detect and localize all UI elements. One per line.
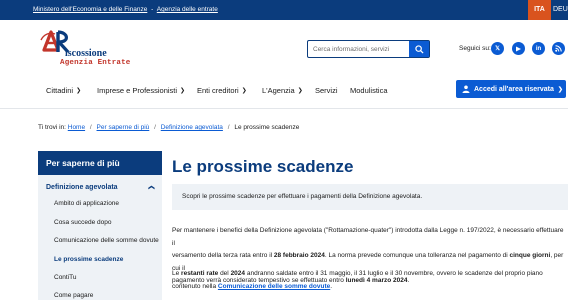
search-button[interactable] [409,41,429,57]
mef-link[interactable]: Ministero dell'Economia e delle Finanze [33,6,147,13]
nav-agenzia-label: L'Agenzia [262,86,295,95]
breadcrumb-home[interactable]: Home [68,124,85,131]
chevron-down-icon: ❯ [180,88,186,94]
sidebar-item-ambito[interactable]: Ambito di applicazione [38,200,162,207]
p2-text-d: contenuto nella [172,282,218,290]
language-deu[interactable]: DEU [553,0,568,20]
search-input[interactable] [308,41,410,57]
sidebar-title: Per saperne di più [38,151,162,175]
p2-line2: contenuto nella Comunicazione delle somm… [172,281,568,294]
youtube-icon[interactable] [512,42,525,55]
paragraph-2: Le restanti rate del 2024 andranno salda… [172,268,568,293]
nav-enti-label: Enti creditori [197,86,239,95]
sidebar-item-come-pagare[interactable]: Come pagare [38,292,162,299]
p1-tolerance: cinque giorni [509,252,551,259]
topbar-separator: - [151,6,154,13]
nav-cittadini-label: Cittadini [46,86,74,95]
linkedin-icon[interactable]: in [532,42,545,55]
sidebar: Per saperne di più Definizione agevolata… [38,151,162,300]
comunicazione-link[interactable]: Comunicazione delle somme dovute [218,283,330,290]
site-logo[interactable]: iscossione Agenzia Entrate [38,28,131,68]
agenzia-entrate-link[interactable]: Agenzia delle entrate [157,6,218,13]
breadcrumb-per-saperne[interactable]: Per saperne di più [97,124,150,131]
chevron-down-icon: ❯ [557,86,563,93]
sidebar-item-comunicazione[interactable]: Comunicazione delle somme dovute [38,237,162,244]
breadcrumb-separator: / [227,124,230,131]
search-icon [414,44,424,54]
nav-imprese-label: Imprese e Professionisti [97,86,178,95]
p1-date-deadline: 28 febbraio 2024 [273,252,325,259]
user-icon [462,85,470,93]
sidebar-item-contitu[interactable]: ContiTu [38,274,162,281]
nav-servizi[interactable]: Servizi [315,86,338,95]
institution-links: Ministero dell'Economia e delle Finanze … [33,6,218,13]
reserved-area-label: Accedi all'area riservata [474,85,554,93]
logo-subtitle: Agenzia Entrate [60,59,131,67]
intro-box: Scopri le prossime scadenze per effettua… [172,184,568,210]
chevron-down-icon: ❯ [297,88,303,94]
p2-text-c: andranno saldate entro il 31 maggio, il … [245,270,543,277]
p1-text-b: versamento della terza rata entro il [172,252,274,259]
chevron-up-icon: ❯ [148,184,155,191]
top-bar: Ministero dell'Economia e delle Finanze … [0,0,568,20]
x-icon[interactable]: 𝕏 [491,42,504,55]
p1-text-c: . La norma prevede comunque una tolleran… [324,252,510,259]
breadcrumb: Ti trovi in: Home / Per saperne di più /… [38,124,299,131]
breadcrumb-separator: / [89,124,92,131]
sidebar-section-definizione[interactable]: Definizione agevolata ❯ [46,184,162,191]
breadcrumb-separator: / [154,124,156,131]
p2-text-e: . [330,282,333,290]
rss-icon[interactable] [552,42,565,55]
header-divider [0,108,568,109]
breadcrumb-definizione[interactable]: Definizione agevolata [161,124,223,131]
nav-imprese[interactable]: Imprese e Professionisti ❯ [97,86,185,95]
nav-agenzia[interactable]: L'Agenzia ❯ [262,86,303,95]
breadcrumb-current: Le prossime scadenze [234,124,300,131]
search-box [307,40,430,58]
p2-text-b: del [218,270,231,277]
breadcrumb-prefix: Ti trovi in: [38,124,66,131]
reserved-area-button[interactable]: Accedi all'area riservata ❯ [456,80,566,98]
p2-restanti-rate: restanti rate [181,270,219,277]
chevron-down-icon: ❯ [241,88,247,94]
page-title: Le prossime scadenze [172,157,354,176]
logo-wordmark: iscossione [65,48,107,59]
nav-cittadini[interactable]: Cittadini ❯ [46,86,81,95]
intro-text: Scopri le prossime scadenze per effettua… [182,193,423,200]
p2-year: 2024 [230,270,246,277]
p2-line1: Le restanti rate del 2024 andranno salda… [172,268,568,281]
sidebar-section-label: Definizione agevolata [46,184,118,191]
social-label: Seguici su: [459,45,491,52]
p1-line1: Per mantenere i benefici della Definizio… [172,227,564,247]
sidebar-item-cosa-succede[interactable]: Cosa succede dopo [38,219,162,226]
p2-text-a: Le [172,270,182,277]
nav-modulistica[interactable]: Modulistica [350,86,388,95]
chevron-down-icon: ❯ [76,88,82,94]
language-ita[interactable]: ITA [528,0,551,20]
sidebar-item-prossime-scadenze[interactable]: Le prossime scadenze [38,256,162,263]
nav-enti[interactable]: Enti creditori ❯ [197,86,247,95]
